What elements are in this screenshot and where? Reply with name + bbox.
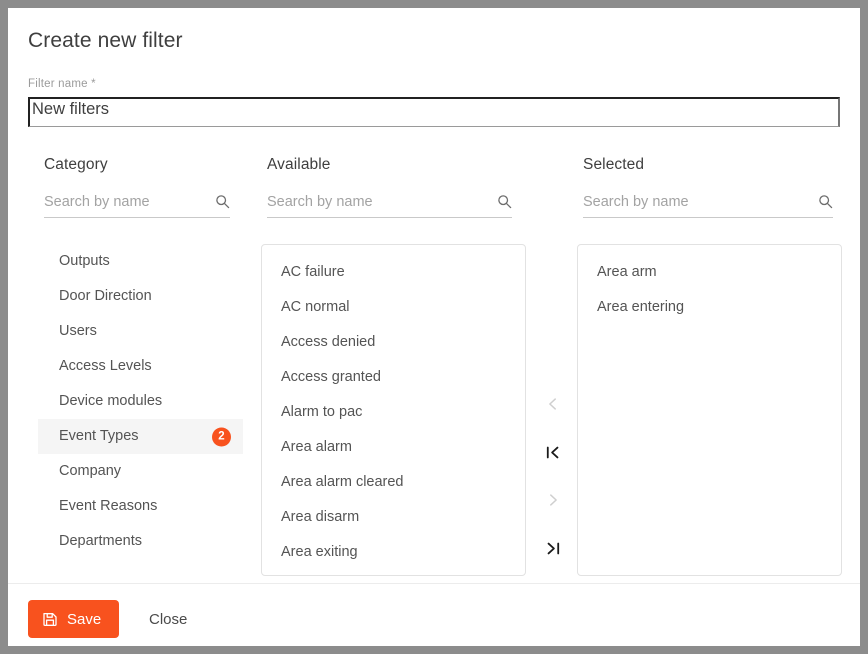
category-item-label: Event Reasons <box>59 498 158 514</box>
category-item-label: Access Levels <box>59 358 152 374</box>
category-item-device-modules[interactable]: Device modules <box>38 384 243 419</box>
selected-column: Selected Area arm Area entering <box>577 156 842 576</box>
close-button[interactable]: Close <box>139 600 197 638</box>
search-icon[interactable] <box>818 194 833 209</box>
category-item-users[interactable]: Users <box>38 314 243 349</box>
save-disk-icon <box>42 611 58 627</box>
save-button-label: Save <box>67 610 102 628</box>
chevron-right-icon <box>545 492 561 508</box>
list-item[interactable]: Area entering <box>578 290 841 325</box>
transfer-button-group <box>536 386 570 578</box>
category-list: Outputs Door Direction Users Access Leve… <box>38 244 243 559</box>
category-item-label: Device modules <box>59 393 163 409</box>
move-all-right-button[interactable] <box>536 530 570 566</box>
list-item[interactable]: AC failure <box>262 255 525 290</box>
page-title: Create new filter <box>28 29 183 52</box>
category-search-input[interactable] <box>44 194 230 210</box>
search-icon[interactable] <box>215 194 230 209</box>
category-column: Category Outputs Door Direction <box>38 156 243 549</box>
status-badge: 2 <box>212 427 231 446</box>
available-list-panel: AC failure AC normal Access denied Acces… <box>261 244 526 576</box>
selected-search-input[interactable] <box>583 194 833 210</box>
category-search <box>44 194 230 218</box>
chevron-left-bar-icon <box>544 444 562 461</box>
category-item-outputs[interactable]: Outputs <box>38 244 243 279</box>
category-item-departments[interactable]: Departments <box>38 524 243 559</box>
category-item-label: Outputs <box>59 253 110 269</box>
chevron-left-icon <box>545 396 561 412</box>
list-item[interactable]: Alarm to pac <box>262 395 525 430</box>
category-item-label: Users <box>59 323 97 339</box>
list-item[interactable]: Area disarm <box>262 500 525 535</box>
search-icon[interactable] <box>497 194 512 209</box>
filter-name-input[interactable] <box>28 97 840 127</box>
category-item-label: Company <box>59 463 122 479</box>
list-item[interactable]: AC normal <box>262 290 525 325</box>
list-item[interactable]: Area exiting <box>262 535 525 570</box>
available-heading: Available <box>267 156 331 173</box>
selected-heading: Selected <box>583 156 645 173</box>
list-item[interactable]: Access denied <box>262 325 525 360</box>
filter-name-field: Filter name * <box>28 78 840 127</box>
category-item-event-types[interactable]: Event Types 2 <box>38 419 243 454</box>
available-search-input[interactable] <box>267 194 512 210</box>
move-right-button[interactable] <box>536 482 570 518</box>
available-search <box>267 194 512 218</box>
close-button-label: Close <box>149 610 188 628</box>
category-item-event-reasons[interactable]: Event Reasons <box>38 489 243 524</box>
list-item[interactable]: Access granted <box>262 360 525 395</box>
list-item[interactable]: Area alarm cleared <box>262 465 525 500</box>
category-item-door-direction[interactable]: Door Direction <box>38 279 243 314</box>
save-button[interactable]: Save <box>28 600 120 638</box>
available-column: Available AC failure AC normal Access de… <box>261 156 526 576</box>
list-item[interactable]: Area alarm <box>262 430 525 465</box>
chevron-right-bar-icon <box>544 540 562 557</box>
category-item-label: Event Types <box>59 428 139 444</box>
filter-name-label: Filter name * <box>28 78 96 90</box>
category-item-label: Departments <box>59 533 143 549</box>
selected-search <box>583 194 833 218</box>
dialog-footer: Save Close <box>8 583 860 646</box>
create-filter-dialog: Create new filter Filter name * Category… <box>8 8 860 646</box>
category-heading: Category <box>44 156 108 173</box>
category-item-label: Door Direction <box>59 288 152 304</box>
move-all-left-button[interactable] <box>536 434 570 470</box>
list-item[interactable]: Area arm <box>578 255 841 290</box>
category-item-company[interactable]: Company <box>38 454 243 489</box>
selected-list-panel: Area arm Area entering <box>577 244 842 576</box>
move-left-button[interactable] <box>536 386 570 422</box>
category-item-access-levels[interactable]: Access Levels <box>38 349 243 384</box>
